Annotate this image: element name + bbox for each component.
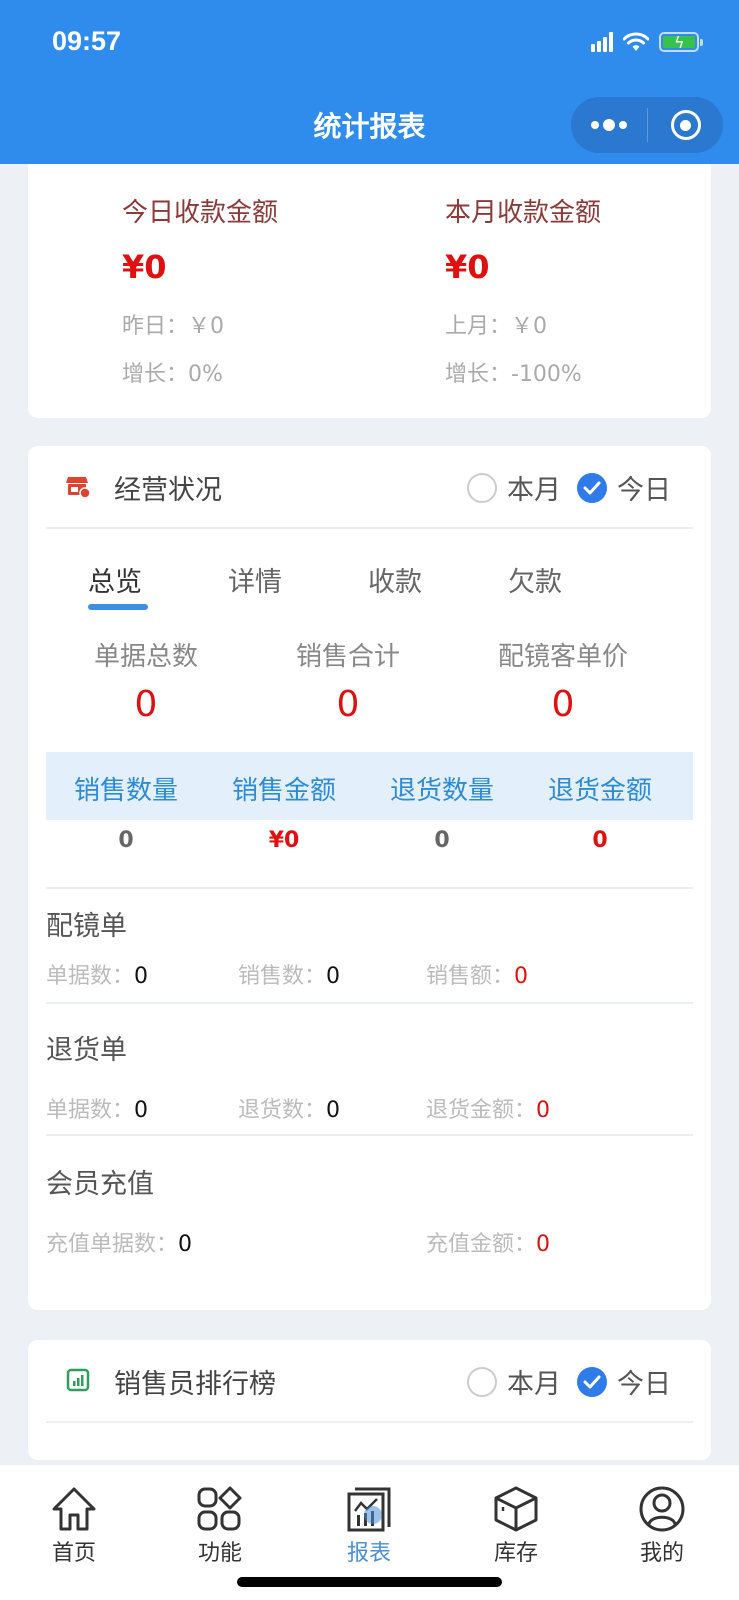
business-header: 经营状况 本月 今日 (28, 446, 711, 528)
wifi-icon (623, 32, 649, 51)
active-tab-indicator (88, 604, 148, 610)
tabbar-label: 功能 (197, 1541, 242, 1566)
section-title-return-orders: 退货单 (46, 1035, 127, 1066)
section-divider (46, 887, 693, 889)
stat-value: 0 (592, 828, 608, 853)
radio-today[interactable]: 今日 (577, 1362, 671, 1401)
stat-value: 0 (434, 828, 450, 853)
radio-label: 今日 (617, 475, 671, 506)
tabbar-label: 首页 (51, 1541, 96, 1566)
kpi-label: 单据总数 (93, 642, 198, 672)
report-icon (347, 1487, 391, 1532)
kpi-value: 0 (551, 684, 575, 725)
kv-item: 单据数：0 (46, 964, 149, 989)
business-status-card: 经营状况 本月 今日 总览 详情 收款 欠款 单据总数 销售合计 配镜客单价 0… (28, 446, 711, 1310)
radio-this-month[interactable]: 本月 (467, 468, 561, 507)
section-divider (46, 1134, 693, 1136)
home-icon (52, 1487, 96, 1531)
today-amount: ¥0 (122, 248, 167, 286)
business-title: 经营状况 (114, 475, 222, 506)
target-circle-icon[interactable] (648, 110, 723, 140)
stat-value: ¥0 (268, 828, 300, 853)
tabbar-label: 我的 (639, 1541, 684, 1566)
month-growth: 增长：-100% (445, 362, 582, 387)
kv-item: 退货数：0 (238, 1098, 341, 1123)
radio-unchecked-icon (467, 1366, 497, 1397)
tabbar-label: 报表 (346, 1541, 391, 1566)
kv-item: 销售额：0 (426, 964, 529, 989)
section-title-glasses-orders: 配镜单 (46, 911, 127, 942)
store-icon (66, 477, 90, 498)
signal-icon (591, 32, 613, 52)
kv-item: 销售数：0 (238, 964, 341, 989)
kv-item: 退货金额：0 (426, 1098, 551, 1123)
box-icon (494, 1486, 538, 1532)
more-dots-icon[interactable] (571, 119, 647, 131)
month-title: 本月收款金额 (445, 198, 602, 228)
radio-checked-icon (577, 1366, 607, 1397)
radio-checked-icon (577, 472, 607, 503)
tabbar-item-inventory[interactable]: 库存 (476, 1485, 556, 1567)
header-divider (46, 1421, 693, 1423)
kv-item: 充值金额：0 (426, 1232, 551, 1257)
tabbar-item-home[interactable]: 首页 (34, 1485, 114, 1567)
status-time: 09:57 (52, 26, 122, 56)
kv-item: 单据数：0 (46, 1098, 149, 1123)
kpi-label: 配镜客单价 (497, 642, 628, 672)
user-icon (639, 1486, 685, 1532)
stats-header-row: 销售数量 销售金额 退货数量 退货金额 (46, 752, 693, 820)
radio-label: 本月 (507, 475, 561, 506)
tab-arrears[interactable]: 欠款 (508, 560, 562, 599)
stat-header: 退货金额 (547, 776, 652, 806)
tabbar-label: 库存 (493, 1541, 538, 1566)
kv-item: 充值单据数：0 (46, 1232, 193, 1257)
kpi-label: 销售合计 (295, 642, 400, 672)
radio-today[interactable]: 今日 (577, 468, 671, 507)
tabbar-item-reports[interactable]: 报表 (329, 1485, 409, 1567)
header-divider (46, 527, 693, 529)
today-title: 今日收款金额 (122, 198, 279, 228)
ranking-title: 销售员排行榜 (114, 1369, 276, 1400)
radio-label: 本月 (507, 1369, 561, 1400)
mini-program-capsule (571, 97, 723, 153)
radio-unchecked-icon (467, 472, 497, 503)
battery-charging-icon: ϟ (659, 32, 703, 52)
period-radio-group: 本月 今日 (451, 468, 671, 507)
tab-payments[interactable]: 收款 (368, 560, 422, 599)
today-growth: 增长：0% (122, 362, 223, 387)
sales-ranking-card: 销售员排行榜 本月 今日 (28, 1340, 711, 1460)
tabbar-item-functions[interactable]: 功能 (180, 1485, 260, 1567)
stat-header: 销售数量 (73, 776, 178, 806)
apps-icon (197, 1486, 242, 1531)
last-month-compare: 上月：￥0 (445, 314, 547, 339)
business-tabs: 总览 详情 收款 欠款 (28, 546, 711, 606)
status-icons: ϟ (591, 32, 703, 52)
stat-header: 销售金额 (231, 776, 336, 806)
period-radio-group: 本月 今日 (451, 1362, 671, 1401)
stat-header: 退货数量 (389, 776, 494, 806)
kpi-value: 0 (336, 684, 360, 725)
month-amount: ¥0 (445, 248, 490, 286)
radio-this-month[interactable]: 本月 (467, 1362, 561, 1401)
kpi-value: 0 (134, 684, 158, 725)
stat-value: 0 (118, 828, 134, 853)
section-title-member-recharge: 会员充值 (46, 1169, 154, 1200)
home-indicator (237, 1577, 502, 1587)
tab-overview[interactable]: 总览 (88, 560, 142, 599)
tab-details[interactable]: 详情 (228, 560, 282, 599)
tabbar-item-mine[interactable]: 我的 (622, 1485, 702, 1567)
radio-label: 今日 (617, 1369, 671, 1400)
bar-chart-icon (66, 1368, 90, 1392)
yesterday-compare: 昨日：￥0 (122, 314, 224, 339)
ranking-header: 销售员排行榜 本月 今日 (28, 1340, 711, 1422)
section-divider (46, 1002, 693, 1004)
top-bar: 09:57 ϟ 统计报表 (0, 0, 739, 164)
payment-summary-card: 今日收款金额 ¥0 昨日：￥0 增长：0% 本月收款金额 ¥0 上月：￥0 增长… (28, 150, 711, 418)
